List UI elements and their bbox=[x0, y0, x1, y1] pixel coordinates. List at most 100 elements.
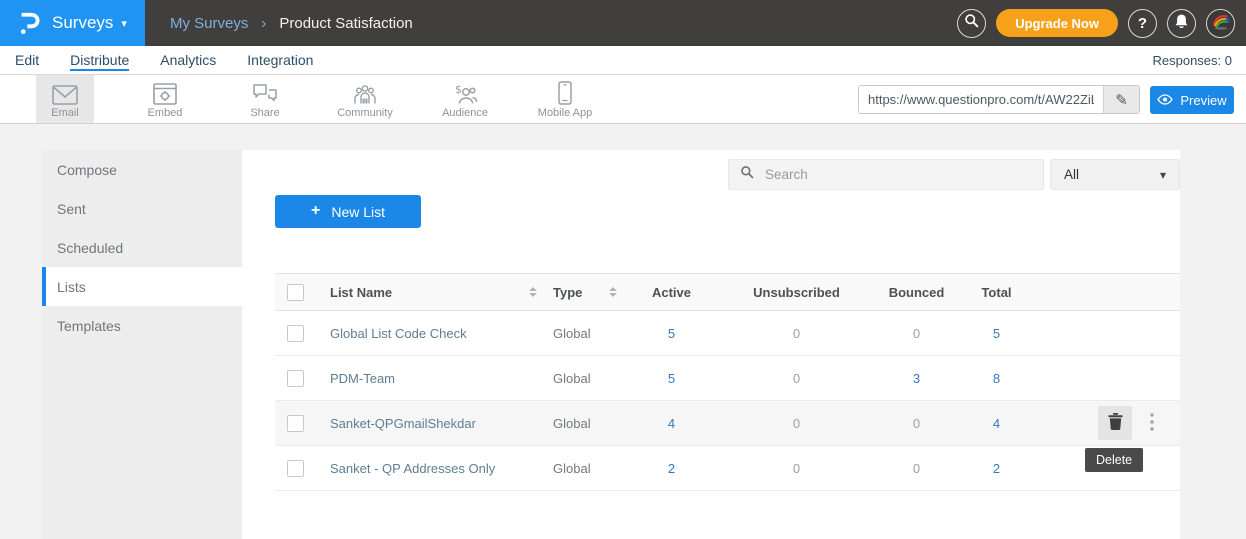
tab-edit[interactable]: Edit bbox=[15, 50, 39, 71]
row-checkbox-cell bbox=[275, 356, 319, 400]
bounced-count: 0 bbox=[879, 446, 954, 490]
account-avatar[interactable] bbox=[1206, 9, 1235, 38]
help-button[interactable]: ? bbox=[1128, 9, 1157, 38]
tabs-list: Edit Distribute Analytics Integration bbox=[15, 46, 313, 75]
sidebar-item-scheduled[interactable]: Scheduled bbox=[42, 228, 242, 267]
product-name: Surveys bbox=[52, 13, 113, 33]
row-menu-button[interactable] bbox=[1150, 413, 1154, 434]
row-checkbox-cell bbox=[275, 311, 319, 355]
list-type-value: Global bbox=[549, 401, 629, 445]
total-count-link[interactable]: 4 bbox=[954, 401, 1039, 445]
breadcrumb-separator-icon: › bbox=[261, 15, 266, 32]
community-icon bbox=[352, 79, 378, 105]
lists-panel: All ▾ + New List List Name Type Active Unsu… bbox=[242, 150, 1180, 539]
list-name-link[interactable]: PDM-Team bbox=[330, 371, 395, 386]
column-label: Unsubscribed bbox=[753, 285, 840, 300]
list-name-cell: Global List Code Check bbox=[319, 311, 549, 355]
active-count-link[interactable]: 5 bbox=[629, 356, 714, 400]
survey-url-input[interactable] bbox=[859, 86, 1103, 113]
column-header-type[interactable]: Type bbox=[549, 274, 629, 310]
sort-icon[interactable] bbox=[529, 287, 537, 297]
table-row: Global List Code CheckGlobal5005 bbox=[275, 311, 1180, 356]
distribute-sidebar: Compose SentScheduledListsTemplates bbox=[42, 150, 242, 539]
edit-url-button[interactable]: ✎ bbox=[1103, 86, 1139, 113]
tab-integration[interactable]: Integration bbox=[247, 50, 313, 71]
questionpro-logo-icon bbox=[15, 8, 43, 38]
unsubscribed-count: 0 bbox=[714, 311, 879, 355]
total-count-link[interactable]: 5 bbox=[954, 311, 1039, 355]
toolbar-item-label: Embed bbox=[148, 107, 183, 119]
bell-icon bbox=[1174, 13, 1189, 34]
list-name-cell: Sanket - QP Addresses Only bbox=[319, 446, 549, 490]
avatar-logo-icon bbox=[1207, 9, 1234, 38]
list-search-box bbox=[728, 159, 1044, 190]
column-label: Type bbox=[553, 285, 582, 300]
active-count-link[interactable]: 5 bbox=[629, 311, 714, 355]
bounced-count-link[interactable]: 3 bbox=[879, 356, 954, 400]
embed-icon bbox=[153, 79, 177, 105]
page-title: Product Satisfaction bbox=[279, 15, 412, 32]
tab-distribute[interactable]: Distribute bbox=[70, 50, 129, 71]
column-header-bounced: Bounced bbox=[879, 274, 954, 310]
delete-list-button[interactable]: Delete bbox=[1098, 406, 1132, 440]
app: Surveys ▾ My Surveys › Product Satisfact… bbox=[0, 0, 1246, 539]
row-checkbox[interactable] bbox=[287, 325, 304, 342]
toolbar-item-share[interactable]: Share bbox=[215, 75, 315, 123]
filter-value: All bbox=[1064, 167, 1079, 182]
distribute-channels: Email Embed Share Community $AudienceMobile … bbox=[15, 75, 615, 123]
preview-label: Preview bbox=[1180, 93, 1226, 108]
list-name-link[interactable]: Global List Code Check bbox=[330, 326, 467, 341]
list-filter-dropdown[interactable]: All ▾ bbox=[1050, 159, 1180, 190]
sidebar-item-compose[interactable]: Compose bbox=[42, 150, 242, 189]
toolbar-item-audience[interactable]: $Audience bbox=[415, 75, 515, 123]
active-count-link[interactable]: 4 bbox=[629, 401, 714, 445]
list-name-link[interactable]: Sanket-QPGmailShekdar bbox=[330, 416, 476, 431]
select-all-checkbox[interactable] bbox=[287, 284, 304, 301]
list-name-link[interactable]: Sanket - QP Addresses Only bbox=[330, 461, 495, 476]
notifications-button[interactable] bbox=[1167, 9, 1196, 38]
row-checkbox[interactable] bbox=[287, 460, 304, 477]
row-actions-cell bbox=[1039, 356, 1180, 400]
column-label: List Name bbox=[330, 285, 392, 300]
total-count-link[interactable]: 2 bbox=[954, 446, 1039, 490]
upgrade-now-button[interactable]: Upgrade Now bbox=[996, 9, 1118, 37]
total-count-link[interactable]: 8 bbox=[954, 356, 1039, 400]
mobile-app-icon bbox=[558, 79, 572, 105]
tab-analytics[interactable]: Analytics bbox=[160, 50, 216, 71]
table-row: PDM-TeamGlobal5038 bbox=[275, 356, 1180, 401]
column-header-actions bbox=[1039, 274, 1180, 310]
survey-url-box: ✎ bbox=[858, 85, 1140, 114]
search-button[interactable] bbox=[957, 9, 986, 38]
sort-icon[interactable] bbox=[609, 287, 617, 297]
active-count-link[interactable]: 2 bbox=[629, 446, 714, 490]
column-header-active: Active bbox=[629, 274, 714, 310]
toolbar-item-label: Community bbox=[337, 107, 393, 119]
plus-icon: + bbox=[311, 202, 320, 220]
product-switcher[interactable]: Surveys ▾ bbox=[0, 0, 145, 46]
sidebar-item-label: Compose bbox=[57, 162, 117, 178]
row-checkbox-cell bbox=[275, 401, 319, 445]
column-label: Total bbox=[981, 285, 1011, 300]
sidebar-item-lists[interactable]: Lists bbox=[42, 267, 242, 306]
distribute-toolbar: Email Embed Share Community $AudienceMobile … bbox=[0, 75, 1246, 124]
list-name-cell: PDM-Team bbox=[319, 356, 549, 400]
unsubscribed-count: 0 bbox=[714, 356, 879, 400]
preview-button[interactable]: Preview bbox=[1150, 86, 1234, 114]
breadcrumb: My Surveys › Product Satisfaction bbox=[170, 0, 413, 46]
sidebar-item-sent[interactable]: Sent bbox=[42, 189, 242, 228]
row-checkbox[interactable] bbox=[287, 415, 304, 432]
toolbar-item-email[interactable]: Email bbox=[15, 75, 115, 123]
toolbar-item-embed[interactable]: Embed bbox=[115, 75, 215, 123]
toolbar-item-mobile-app[interactable]: Mobile App bbox=[515, 75, 615, 123]
responses-count[interactable]: Responses: 0 bbox=[1153, 46, 1233, 74]
new-list-button[interactable]: + New List bbox=[275, 195, 421, 228]
breadcrumb-my-surveys[interactable]: My Surveys bbox=[170, 15, 248, 32]
row-checkbox[interactable] bbox=[287, 370, 304, 387]
sidebar-item-templates[interactable]: Templates bbox=[42, 306, 242, 345]
caret-down-icon: ▾ bbox=[1160, 168, 1166, 182]
column-header-list-name[interactable]: List Name bbox=[319, 274, 549, 310]
list-search-input[interactable] bbox=[763, 166, 1032, 183]
toolbar-item-community[interactable]: Community bbox=[315, 75, 415, 123]
header-actions: Upgrade Now ? bbox=[957, 0, 1235, 46]
list-type-value: Global bbox=[549, 446, 629, 490]
